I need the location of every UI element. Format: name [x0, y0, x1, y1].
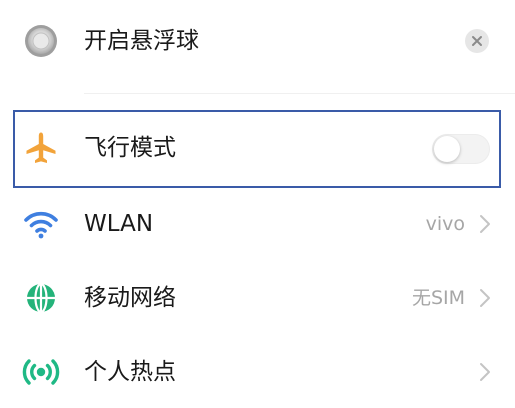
toggle-knob	[434, 136, 460, 162]
hotspot-icon	[22, 353, 60, 391]
hotspot-label: 个人热点	[84, 359, 176, 385]
airplane-icon	[22, 129, 60, 167]
float-ball-label: 开启悬浮球	[84, 28, 199, 54]
wlan-network-name: vivo	[425, 213, 465, 235]
divider	[84, 93, 515, 94]
settings-row-hotspot[interactable]: 个人热点	[0, 334, 515, 408]
settings-row-wlan[interactable]: WLAN vivo	[0, 186, 515, 260]
close-icon[interactable]	[465, 29, 489, 53]
wlan-label: WLAN	[84, 211, 154, 237]
mobile-network-label: 移动网络	[84, 285, 176, 311]
chevron-right-icon	[479, 214, 491, 234]
chevron-right-icon	[479, 288, 491, 308]
airplane-mode-toggle[interactable]	[432, 134, 490, 164]
mobile-network-status: 无SIM	[411, 287, 465, 309]
settings-row-float-ball[interactable]: 开启悬浮球	[0, 3, 515, 77]
settings-row-mobile-network[interactable]: 移动网络 无SIM	[0, 260, 515, 334]
globe-icon	[22, 279, 60, 317]
chevron-right-icon	[479, 362, 491, 382]
float-ball-icon	[22, 22, 60, 60]
wifi-icon	[22, 205, 60, 243]
settings-row-airplane-mode[interactable]: 飞行模式	[0, 110, 515, 188]
airplane-mode-label: 飞行模式	[84, 135, 176, 161]
